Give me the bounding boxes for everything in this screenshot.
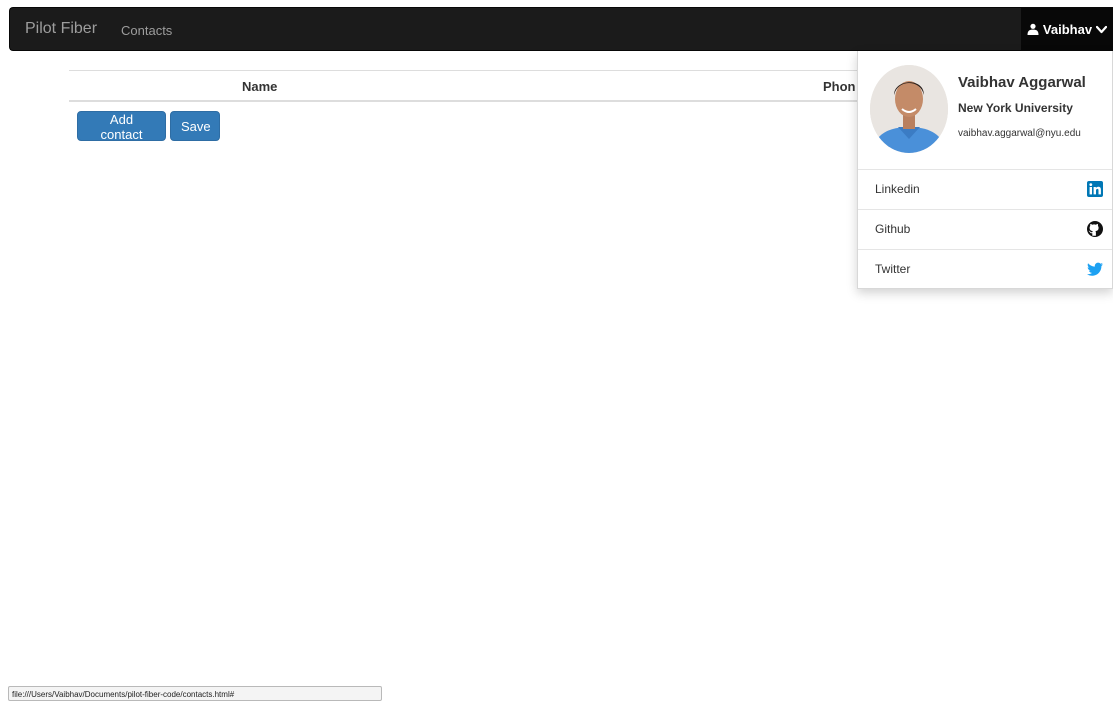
profile-name: Vaibhav Aggarwal (958, 74, 1086, 91)
twitter-icon (1087, 262, 1103, 276)
add-contact-button[interactable]: Add contact (77, 111, 166, 142)
user-icon (1027, 23, 1039, 35)
menu-item-label: Twitter (875, 262, 911, 276)
navbar: Pilot Fiber Contacts Vaibhav (9, 7, 1113, 51)
column-header-name: Name (242, 79, 278, 94)
menu-item-label: Linkedin (875, 182, 920, 196)
menu-item-label: Github (875, 222, 911, 236)
profile-card: Vaibhav Aggarwal New York University vai… (858, 51, 1112, 170)
navbar-brand[interactable]: Pilot Fiber (25, 20, 97, 38)
column-header-phone: Phon (823, 79, 856, 94)
avatar (870, 65, 948, 153)
profile-email: vaibhav.aggarwal@nyu.edu (958, 128, 1081, 139)
nav-link-contacts[interactable]: Contacts (121, 23, 172, 38)
menu-item-twitter[interactable]: Twitter (858, 250, 1112, 289)
save-button[interactable]: Save (170, 111, 220, 141)
profile-organization: New York University (958, 101, 1073, 115)
chevron-down-icon (1096, 25, 1108, 33)
user-menu-toggle[interactable]: Vaibhav (1021, 8, 1113, 50)
linkedin-icon (1087, 181, 1103, 197)
status-bar-url: file:///Users/Vaibhav/Documents/pilot-fi… (8, 686, 382, 701)
github-icon (1087, 221, 1103, 237)
user-menu-label: Vaibhav (1042, 21, 1093, 37)
menu-item-linkedin[interactable]: Linkedin (858, 170, 1112, 210)
user-dropdown-menu: Vaibhav Aggarwal New York University vai… (857, 51, 1113, 289)
menu-item-github[interactable]: Github (858, 210, 1112, 250)
